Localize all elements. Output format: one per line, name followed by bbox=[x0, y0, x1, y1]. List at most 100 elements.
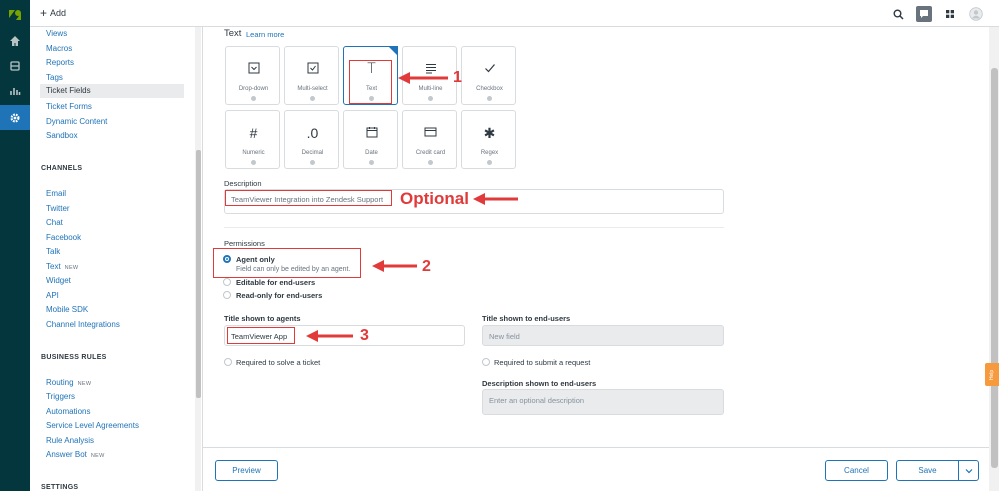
conversations-icon[interactable] bbox=[916, 6, 932, 22]
sidebar-item-email[interactable]: Email bbox=[46, 189, 66, 198]
sidebar-item-answer-bot[interactable]: Answer Bot NEW bbox=[46, 450, 105, 459]
editable-end-users-radio[interactable] bbox=[223, 278, 231, 286]
annotation-arrow-optional bbox=[473, 193, 518, 205]
annotation-number-2: 2 bbox=[422, 258, 431, 275]
info-icon[interactable] bbox=[487, 96, 492, 101]
top-bar: + Add bbox=[30, 0, 999, 27]
annotation-box-text-type bbox=[349, 60, 392, 104]
annotation-box-title-agents bbox=[227, 327, 295, 344]
sidebar-item-widget[interactable]: Widget bbox=[46, 276, 71, 285]
info-icon[interactable] bbox=[428, 96, 433, 101]
main-scrollbar-thumb[interactable] bbox=[991, 68, 998, 468]
nav-rail bbox=[0, 0, 30, 491]
field-type-dropdown[interactable]: Drop-down bbox=[225, 46, 280, 105]
required-solve-checkbox[interactable] bbox=[224, 358, 232, 366]
sidebar-item-twitter[interactable]: Twitter bbox=[46, 204, 70, 213]
sidebar-item-ticket-forms[interactable]: Ticket Forms bbox=[46, 102, 92, 111]
info-icon[interactable] bbox=[310, 160, 315, 165]
avatar[interactable] bbox=[968, 6, 984, 22]
info-icon[interactable] bbox=[251, 160, 256, 165]
dropdown-icon bbox=[226, 61, 281, 77]
checkmark-icon bbox=[462, 61, 517, 77]
sidebar-item-sandbox[interactable]: Sandbox bbox=[46, 131, 78, 140]
new-badge: NEW bbox=[77, 381, 92, 387]
sidebar-item-routing[interactable]: Routing NEW bbox=[46, 378, 91, 387]
calendar-icon bbox=[344, 125, 399, 141]
save-options-chevron-down-icon[interactable] bbox=[958, 460, 979, 481]
sidebar-item-reports[interactable]: Reports bbox=[46, 58, 74, 67]
zendesk-logo-icon[interactable] bbox=[7, 7, 23, 23]
annotation-number-3: 3 bbox=[360, 327, 369, 344]
decimal-icon: .0 bbox=[306, 125, 319, 141]
views-icon[interactable] bbox=[0, 53, 30, 78]
field-type-decimal[interactable]: .0 Decimal bbox=[284, 110, 339, 169]
sidebar-item-channel-integrations[interactable]: Channel Integrations bbox=[46, 320, 120, 329]
sidebar-scrollbar-thumb[interactable] bbox=[196, 150, 201, 398]
sidebar-item-text[interactable]: Text NEW bbox=[46, 262, 78, 271]
sidebar-item-triggers[interactable]: Triggers bbox=[46, 392, 75, 401]
permissions-label: Permissions bbox=[224, 239, 265, 248]
save-button[interactable]: Save bbox=[896, 460, 959, 481]
ticket-field-editor: Text Learn more Drop-down Multi-select T… bbox=[203, 27, 989, 447]
sidebar-item-dynamic-content[interactable]: Dynamic Content bbox=[46, 117, 107, 126]
field-type-multiselect[interactable]: Multi-select bbox=[284, 46, 339, 105]
selected-check-icon bbox=[388, 46, 398, 56]
field-type-credit-card[interactable]: Credit card bbox=[402, 110, 457, 169]
field-type-date[interactable]: Date bbox=[343, 110, 398, 169]
sidebar-item-sla[interactable]: Service Level Agreements bbox=[46, 421, 139, 430]
required-solve-label: Required to solve a ticket bbox=[236, 358, 321, 367]
sidebar-item-rule-analysis[interactable]: Rule Analysis bbox=[46, 436, 94, 445]
sidebar-item-views[interactable]: Views bbox=[46, 29, 67, 38]
annotation-box-agent-only bbox=[213, 248, 361, 278]
products-grid-icon[interactable] bbox=[942, 6, 958, 22]
field-type-checkbox[interactable]: Checkbox bbox=[461, 46, 516, 105]
settings-heading: SETTINGS bbox=[41, 484, 79, 491]
sidebar-item-macros[interactable]: Macros bbox=[46, 44, 72, 53]
annotation-number-1: 1 bbox=[453, 69, 462, 86]
footer-bar: Preview Cancel Save bbox=[203, 447, 989, 491]
readonly-end-users-radio[interactable] bbox=[223, 291, 231, 299]
info-icon[interactable] bbox=[310, 96, 315, 101]
desc-endusers-textarea[interactable]: Enter an optional description bbox=[482, 389, 724, 415]
preview-button[interactable]: Preview bbox=[215, 460, 278, 481]
title-agents-label: Title shown to agents bbox=[224, 314, 301, 323]
sidebar-item-tags[interactable]: Tags bbox=[46, 73, 63, 82]
required-submit-checkbox[interactable] bbox=[482, 358, 490, 366]
info-icon[interactable] bbox=[428, 160, 433, 165]
asterisk-icon: ✱ bbox=[483, 125, 496, 141]
reporting-icon[interactable] bbox=[0, 78, 30, 103]
sidebar-item-ticket-fields[interactable]: Ticket Fields bbox=[40, 84, 184, 98]
info-icon[interactable] bbox=[369, 160, 374, 165]
divider bbox=[224, 227, 724, 228]
learn-more-link[interactable]: Learn more bbox=[246, 30, 284, 39]
required-submit-label: Required to submit a request bbox=[494, 358, 591, 367]
credit-card-icon bbox=[403, 125, 458, 141]
field-type-regex[interactable]: ✱ Regex bbox=[461, 110, 516, 169]
channels-heading: CHANNELS bbox=[41, 165, 83, 172]
field-type-numeric[interactable]: # Numeric bbox=[225, 110, 280, 169]
sidebar-item-mobile-sdk[interactable]: Mobile SDK bbox=[46, 305, 88, 314]
sidebar-item-chat[interactable]: Chat bbox=[46, 218, 63, 227]
help-tab[interactable]: Help bbox=[985, 363, 999, 386]
admin-gear-icon[interactable] bbox=[0, 105, 30, 130]
editable-end-users-label: Editable for end-users bbox=[236, 278, 316, 287]
sidebar-item-automations[interactable]: Automations bbox=[46, 407, 90, 416]
multiselect-icon bbox=[285, 61, 340, 77]
sidebar-item-talk[interactable]: Talk bbox=[46, 247, 60, 256]
search-icon[interactable] bbox=[890, 6, 906, 22]
new-badge: NEW bbox=[90, 453, 105, 459]
add-button[interactable]: + Add bbox=[40, 7, 66, 19]
title-endusers-label: Title shown to end-users bbox=[482, 314, 571, 323]
info-icon[interactable] bbox=[251, 96, 256, 101]
annotation-optional: Optional bbox=[400, 189, 469, 208]
sidebar-item-facebook[interactable]: Facebook bbox=[46, 233, 81, 242]
title-endusers-input[interactable]: New field bbox=[482, 325, 724, 346]
info-icon[interactable] bbox=[487, 160, 492, 165]
sidebar-item-api[interactable]: API bbox=[46, 291, 59, 300]
business-rules-heading: BUSINESS RULES bbox=[41, 354, 107, 361]
annotation-box-description bbox=[225, 190, 392, 206]
admin-sidebar: Views Macros Reports Tags Ticket Fields … bbox=[30, 27, 203, 491]
cancel-button[interactable]: Cancel bbox=[825, 460, 888, 481]
home-icon[interactable] bbox=[0, 28, 30, 53]
annotation-arrow-2 bbox=[372, 260, 417, 272]
